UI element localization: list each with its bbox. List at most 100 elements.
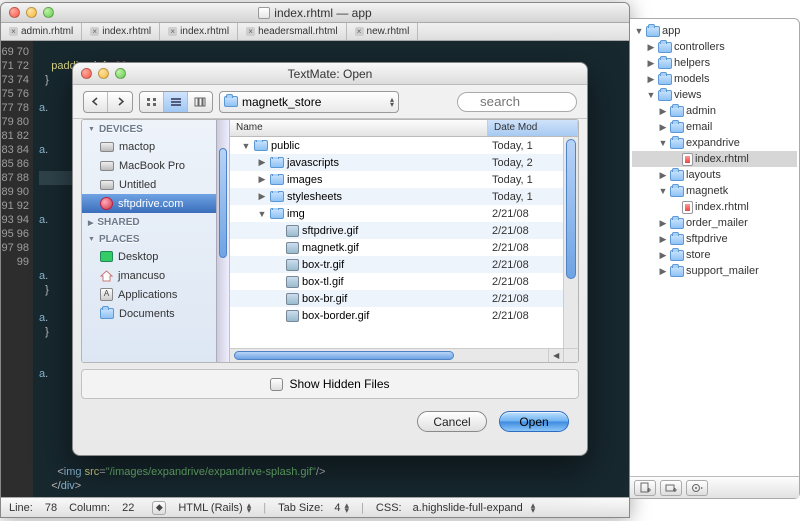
file-row[interactable]: box-br.gif2/21/08 [230, 290, 578, 307]
new-folder-button[interactable] [660, 480, 682, 496]
tab-close-icon[interactable]: × [355, 27, 364, 36]
file-row[interactable]: box-border.gif2/21/08 [230, 307, 578, 324]
list-view-button[interactable] [164, 92, 188, 112]
icon-view-button[interactable] [140, 92, 164, 112]
tab-3[interactable]: ×headersmall.rhtml [238, 23, 346, 40]
language-select-icon[interactable]: ◆ [152, 501, 166, 515]
dialog-minimize-icon[interactable] [98, 68, 109, 79]
file-list-vscrollbar[interactable] [563, 137, 578, 348]
sidebar-item-documents[interactable]: Documents [82, 304, 229, 323]
chevron-right-icon[interactable]: ▶ [257, 157, 267, 168]
drawer-node-helpers[interactable]: ▶helpers [632, 55, 797, 71]
sidebar-scrollbar[interactable] [216, 120, 229, 362]
sidebar[interactable]: ▼DEVICESmactopMacBook ProUntitledsftpdri… [82, 120, 230, 362]
chevron-right-icon[interactable]: ▶ [646, 74, 656, 85]
tab-close-icon[interactable]: × [90, 27, 99, 36]
tab-close-icon[interactable]: × [9, 27, 18, 36]
chevron-right-icon[interactable]: ▶ [646, 58, 656, 69]
chevron-right-icon[interactable]: ▶ [257, 174, 267, 185]
sidebar-item-macbook-pro[interactable]: MacBook Pro [82, 156, 229, 175]
drawer-node-index.rhtml[interactable]: index.rhtml [632, 199, 797, 215]
chevron-down-icon[interactable]: ▼ [257, 209, 267, 219]
vscroll-thumb[interactable] [566, 139, 576, 279]
cancel-button[interactable]: Cancel [417, 411, 487, 432]
sidebar-item-untitled[interactable]: Untitled [82, 175, 229, 194]
drawer-node-sftpdrive[interactable]: ▶sftpdrive [632, 231, 797, 247]
file-list-hscrollbar[interactable] [230, 348, 563, 362]
file-row[interactable]: box-tr.gif2/21/08 [230, 256, 578, 273]
drawer-node-admin[interactable]: ▶admin [632, 103, 797, 119]
chevron-right-icon[interactable]: ▶ [658, 170, 668, 181]
hscroll-thumb[interactable] [234, 351, 454, 360]
drawer-node-magnetk[interactable]: ▼magnetk [632, 183, 797, 199]
back-button[interactable] [84, 92, 108, 112]
symbol-popup[interactable]: CSS: a.highslide-full-expand ▴▾ [376, 502, 535, 514]
sidebar-item-mactop[interactable]: mactop [82, 137, 229, 156]
column-date-modified[interactable]: Date Mod [488, 120, 578, 136]
drawer-node-layouts[interactable]: ▶layouts [632, 167, 797, 183]
forward-button[interactable] [108, 92, 132, 112]
drawer-node-support_mailer[interactable]: ▶support_mailer [632, 263, 797, 279]
chevron-right-icon[interactable]: ▶ [658, 266, 668, 277]
drawer-node-app[interactable]: ▼app [632, 23, 797, 39]
chevron-right-icon[interactable]: ▶ [658, 234, 668, 245]
file-row[interactable]: box-tl.gif2/21/08 [230, 273, 578, 290]
search-input[interactable] [457, 92, 577, 112]
file-row[interactable]: ▼img2/21/08 [230, 205, 578, 222]
file-row[interactable]: ▶javascriptsToday, 2 [230, 154, 578, 171]
column-name[interactable]: Name [230, 120, 488, 136]
chevron-down-icon[interactable]: ▼ [646, 90, 656, 100]
sidebar-heading-shared[interactable]: ▶SHARED [82, 213, 229, 230]
chevron-right-icon[interactable]: ▶ [658, 250, 668, 261]
tab-size-popup[interactable]: Tab Size: 4 ▴▾ [278, 502, 349, 514]
chevron-right-icon[interactable]: ▶ [646, 42, 656, 53]
title-bar[interactable]: index.rhtml — app [1, 3, 629, 23]
chevron-right-icon[interactable]: ▶ [658, 106, 668, 117]
chevron-down-icon[interactable]: ▼ [658, 138, 668, 148]
tab-4[interactable]: ×new.rhtml [347, 23, 419, 40]
new-file-button[interactable] [634, 480, 656, 496]
sidebar-item-applications[interactable]: AApplications [82, 285, 229, 304]
file-list-header[interactable]: Name Date Mod [230, 120, 578, 137]
path-popup[interactable]: magnetk_store ▴▾ [219, 91, 399, 113]
hscroll-left-icon[interactable]: ◀ [549, 349, 564, 362]
drawer-node-email[interactable]: ▶email [632, 119, 797, 135]
chevron-right-icon[interactable]: ▶ [658, 122, 668, 133]
drawer-node-order_mailer[interactable]: ▶order_mailer [632, 215, 797, 231]
tab-close-icon[interactable]: × [168, 27, 177, 36]
show-hidden-checkbox[interactable] [270, 378, 283, 391]
file-list-rows[interactable]: ▼publicToday, 1▶javascriptsToday, 2▶imag… [230, 137, 578, 348]
tab-close-icon[interactable]: × [246, 27, 255, 36]
drawer-node-models[interactable]: ▶models [632, 71, 797, 87]
sidebar-item-jmancuso[interactable]: jmancuso [82, 266, 229, 285]
chevron-down-icon[interactable]: ▼ [241, 141, 251, 151]
chevron-down-icon[interactable]: ▼ [658, 186, 668, 196]
drawer-node-controllers[interactable]: ▶controllers [632, 39, 797, 55]
file-row[interactable]: ▶imagesToday, 1 [230, 171, 578, 188]
sidebar-heading-places[interactable]: ▼PLACES [82, 230, 229, 247]
chevron-down-icon[interactable]: ▼ [634, 26, 644, 36]
project-tree[interactable]: ▼app▶controllers▶helpers▶models▼views▶ad… [630, 19, 799, 476]
file-row[interactable]: sftpdrive.gif2/21/08 [230, 222, 578, 239]
sidebar-item-desktop[interactable]: Desktop [82, 247, 229, 266]
action-button[interactable] [686, 480, 708, 496]
open-button[interactable]: Open [499, 411, 569, 432]
zoom-window-icon[interactable] [43, 7, 54, 18]
file-row[interactable]: ▶stylesheetsToday, 1 [230, 188, 578, 205]
language-popup[interactable]: HTML (Rails) ▴▾ [178, 502, 251, 514]
close-window-icon[interactable] [9, 7, 20, 18]
chevron-right-icon[interactable]: ▶ [257, 191, 267, 202]
file-list-resize-corner[interactable] [563, 348, 578, 362]
chevron-right-icon[interactable]: ▶ [658, 218, 668, 229]
tab-2[interactable]: ×index.rhtml [160, 23, 238, 40]
drawer-node-index.rhtml[interactable]: index.rhtml [632, 151, 797, 167]
minimize-window-icon[interactable] [26, 7, 37, 18]
sidebar-item-sftpdrive.com[interactable]: sftpdrive.com [82, 194, 229, 213]
dialog-title-bar[interactable]: TextMate: Open [73, 63, 587, 85]
file-row[interactable]: magnetk.gif2/21/08 [230, 239, 578, 256]
column-view-button[interactable] [188, 92, 212, 112]
tab-0[interactable]: ×admin.rhtml [1, 23, 82, 40]
drawer-node-views[interactable]: ▼views [632, 87, 797, 103]
drawer-node-store[interactable]: ▶store [632, 247, 797, 263]
file-row[interactable]: ▼publicToday, 1 [230, 137, 578, 154]
